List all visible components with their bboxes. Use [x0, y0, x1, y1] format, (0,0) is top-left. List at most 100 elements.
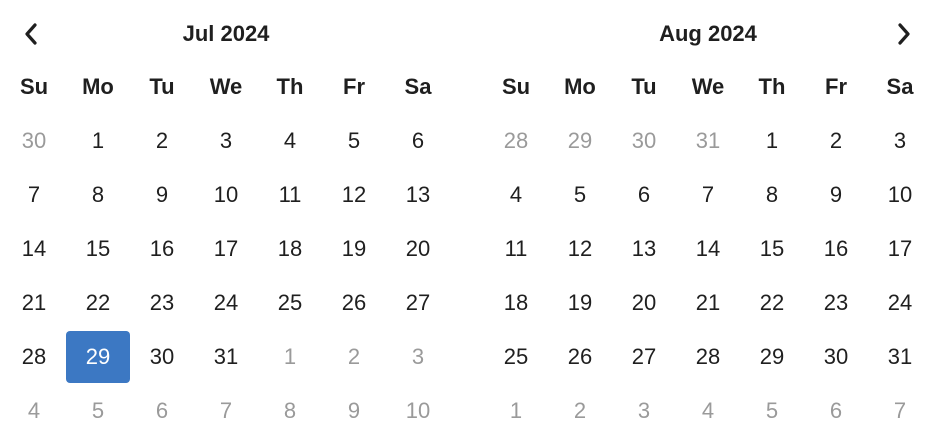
day-cell[interactable]: 28 [2, 330, 66, 384]
day-cell[interactable]: 4 [484, 168, 548, 222]
day-cell[interactable]: 9 [804, 168, 868, 222]
day-cell[interactable]: 20 [612, 276, 676, 330]
day-cell-outside-month[interactable]: 1 [484, 384, 548, 438]
day-cell[interactable]: 25 [258, 276, 322, 330]
day-cell[interactable]: 3 [868, 114, 932, 168]
day-cell[interactable]: 2 [804, 114, 868, 168]
day-cell[interactable]: 16 [130, 222, 194, 276]
day-cell[interactable]: 27 [612, 330, 676, 384]
day-cell[interactable]: 11 [484, 222, 548, 276]
day-cell[interactable]: 27 [386, 276, 450, 330]
day-cell[interactable]: 10 [868, 168, 932, 222]
day-cell[interactable]: 5 [322, 114, 386, 168]
day-cell[interactable]: 28 [676, 330, 740, 384]
day-cell[interactable]: 6 [612, 168, 676, 222]
day-cell[interactable]: 21 [676, 276, 740, 330]
day-cell[interactable]: 8 [740, 168, 804, 222]
day-cell[interactable]: 19 [548, 276, 612, 330]
day-cell-outside-month[interactable]: 3 [386, 330, 450, 384]
day-cell-outside-month[interactable]: 2 [322, 330, 386, 384]
day-cell[interactable]: 16 [804, 222, 868, 276]
day-number: 7 [893, 398, 907, 423]
day-number: 25 [277, 290, 303, 315]
day-cell[interactable]: 2 [130, 114, 194, 168]
day-number: 14 [21, 236, 47, 261]
day-cell[interactable]: 4 [258, 114, 322, 168]
day-cell-outside-month[interactable]: 30 [612, 114, 676, 168]
day-number: 1 [283, 344, 297, 369]
day-number: 16 [823, 236, 849, 261]
day-number: 29 [85, 344, 111, 369]
day-cell[interactable]: 1 [66, 114, 130, 168]
day-number: 23 [149, 290, 175, 315]
day-cell[interactable]: 13 [386, 168, 450, 222]
day-cell[interactable]: 24 [194, 276, 258, 330]
day-cell[interactable]: 13 [612, 222, 676, 276]
day-cell[interactable]: 12 [322, 168, 386, 222]
day-cell[interactable]: 21 [2, 276, 66, 330]
day-number: 4 [27, 398, 41, 423]
day-cell-outside-month[interactable]: 1 [258, 330, 322, 384]
weekday-header: Mo [82, 74, 114, 99]
day-cell[interactable]: 30 [130, 330, 194, 384]
day-cell[interactable]: 17 [868, 222, 932, 276]
day-cell[interactable]: 22 [740, 276, 804, 330]
day-number: 21 [21, 290, 47, 315]
day-cell[interactable]: 3 [194, 114, 258, 168]
day-cell-selected[interactable]: 29 [66, 330, 130, 384]
day-cell[interactable]: 15 [740, 222, 804, 276]
day-cell-outside-month[interactable]: 4 [2, 384, 66, 438]
day-cell[interactable]: 22 [66, 276, 130, 330]
day-cell[interactable]: 29 [740, 330, 804, 384]
day-cell[interactable]: 14 [676, 222, 740, 276]
day-cell[interactable]: 23 [130, 276, 194, 330]
day-number: 23 [823, 290, 849, 315]
day-cell[interactable]: 25 [484, 330, 548, 384]
day-cell[interactable]: 31 [868, 330, 932, 384]
day-number: 28 [503, 128, 529, 153]
day-cell[interactable]: 11 [258, 168, 322, 222]
day-cell[interactable]: 23 [804, 276, 868, 330]
day-cell[interactable]: 18 [484, 276, 548, 330]
day-number: 26 [341, 290, 367, 315]
day-cell-outside-month[interactable]: 30 [2, 114, 66, 168]
day-cell[interactable]: 26 [548, 330, 612, 384]
day-cell-outside-month[interactable]: 3 [612, 384, 676, 438]
day-cell-outside-month[interactable]: 4 [676, 384, 740, 438]
day-cell[interactable]: 5 [548, 168, 612, 222]
day-cell-outside-month[interactable]: 8 [258, 384, 322, 438]
day-cell[interactable]: 19 [322, 222, 386, 276]
day-cell-outside-month[interactable]: 2 [548, 384, 612, 438]
day-cell-outside-month[interactable]: 7 [868, 384, 932, 438]
day-cell[interactable]: 24 [868, 276, 932, 330]
day-cell-outside-month[interactable]: 28 [484, 114, 548, 168]
day-cell[interactable]: 15 [66, 222, 130, 276]
month-title: Aug 2024 [659, 21, 757, 46]
day-cell[interactable]: 1 [740, 114, 804, 168]
day-cell[interactable]: 8 [66, 168, 130, 222]
day-cell-outside-month[interactable]: 7 [194, 384, 258, 438]
day-cell[interactable]: 31 [194, 330, 258, 384]
day-cell-outside-month[interactable]: 6 [804, 384, 868, 438]
day-cell[interactable]: 18 [258, 222, 322, 276]
day-cell[interactable]: 10 [194, 168, 258, 222]
day-cell-outside-month[interactable]: 6 [130, 384, 194, 438]
day-cell-outside-month[interactable]: 29 [548, 114, 612, 168]
day-cell[interactable]: 20 [386, 222, 450, 276]
day-cell-outside-month[interactable]: 9 [322, 384, 386, 438]
day-cell[interactable]: 7 [2, 168, 66, 222]
day-cell[interactable]: 7 [676, 168, 740, 222]
day-cell[interactable]: 26 [322, 276, 386, 330]
day-cell-outside-month[interactable]: 5 [66, 384, 130, 438]
day-cell-outside-month[interactable]: 5 [740, 384, 804, 438]
day-cell[interactable]: 14 [2, 222, 66, 276]
day-number: 11 [504, 236, 528, 261]
day-cell[interactable]: 9 [130, 168, 194, 222]
day-cell[interactable]: 6 [386, 114, 450, 168]
day-cell[interactable]: 30 [804, 330, 868, 384]
day-cell-outside-month[interactable]: 31 [676, 114, 740, 168]
day-number: 22 [85, 290, 111, 315]
day-cell[interactable]: 12 [548, 222, 612, 276]
day-cell[interactable]: 17 [194, 222, 258, 276]
day-cell-outside-month[interactable]: 10 [386, 384, 450, 438]
